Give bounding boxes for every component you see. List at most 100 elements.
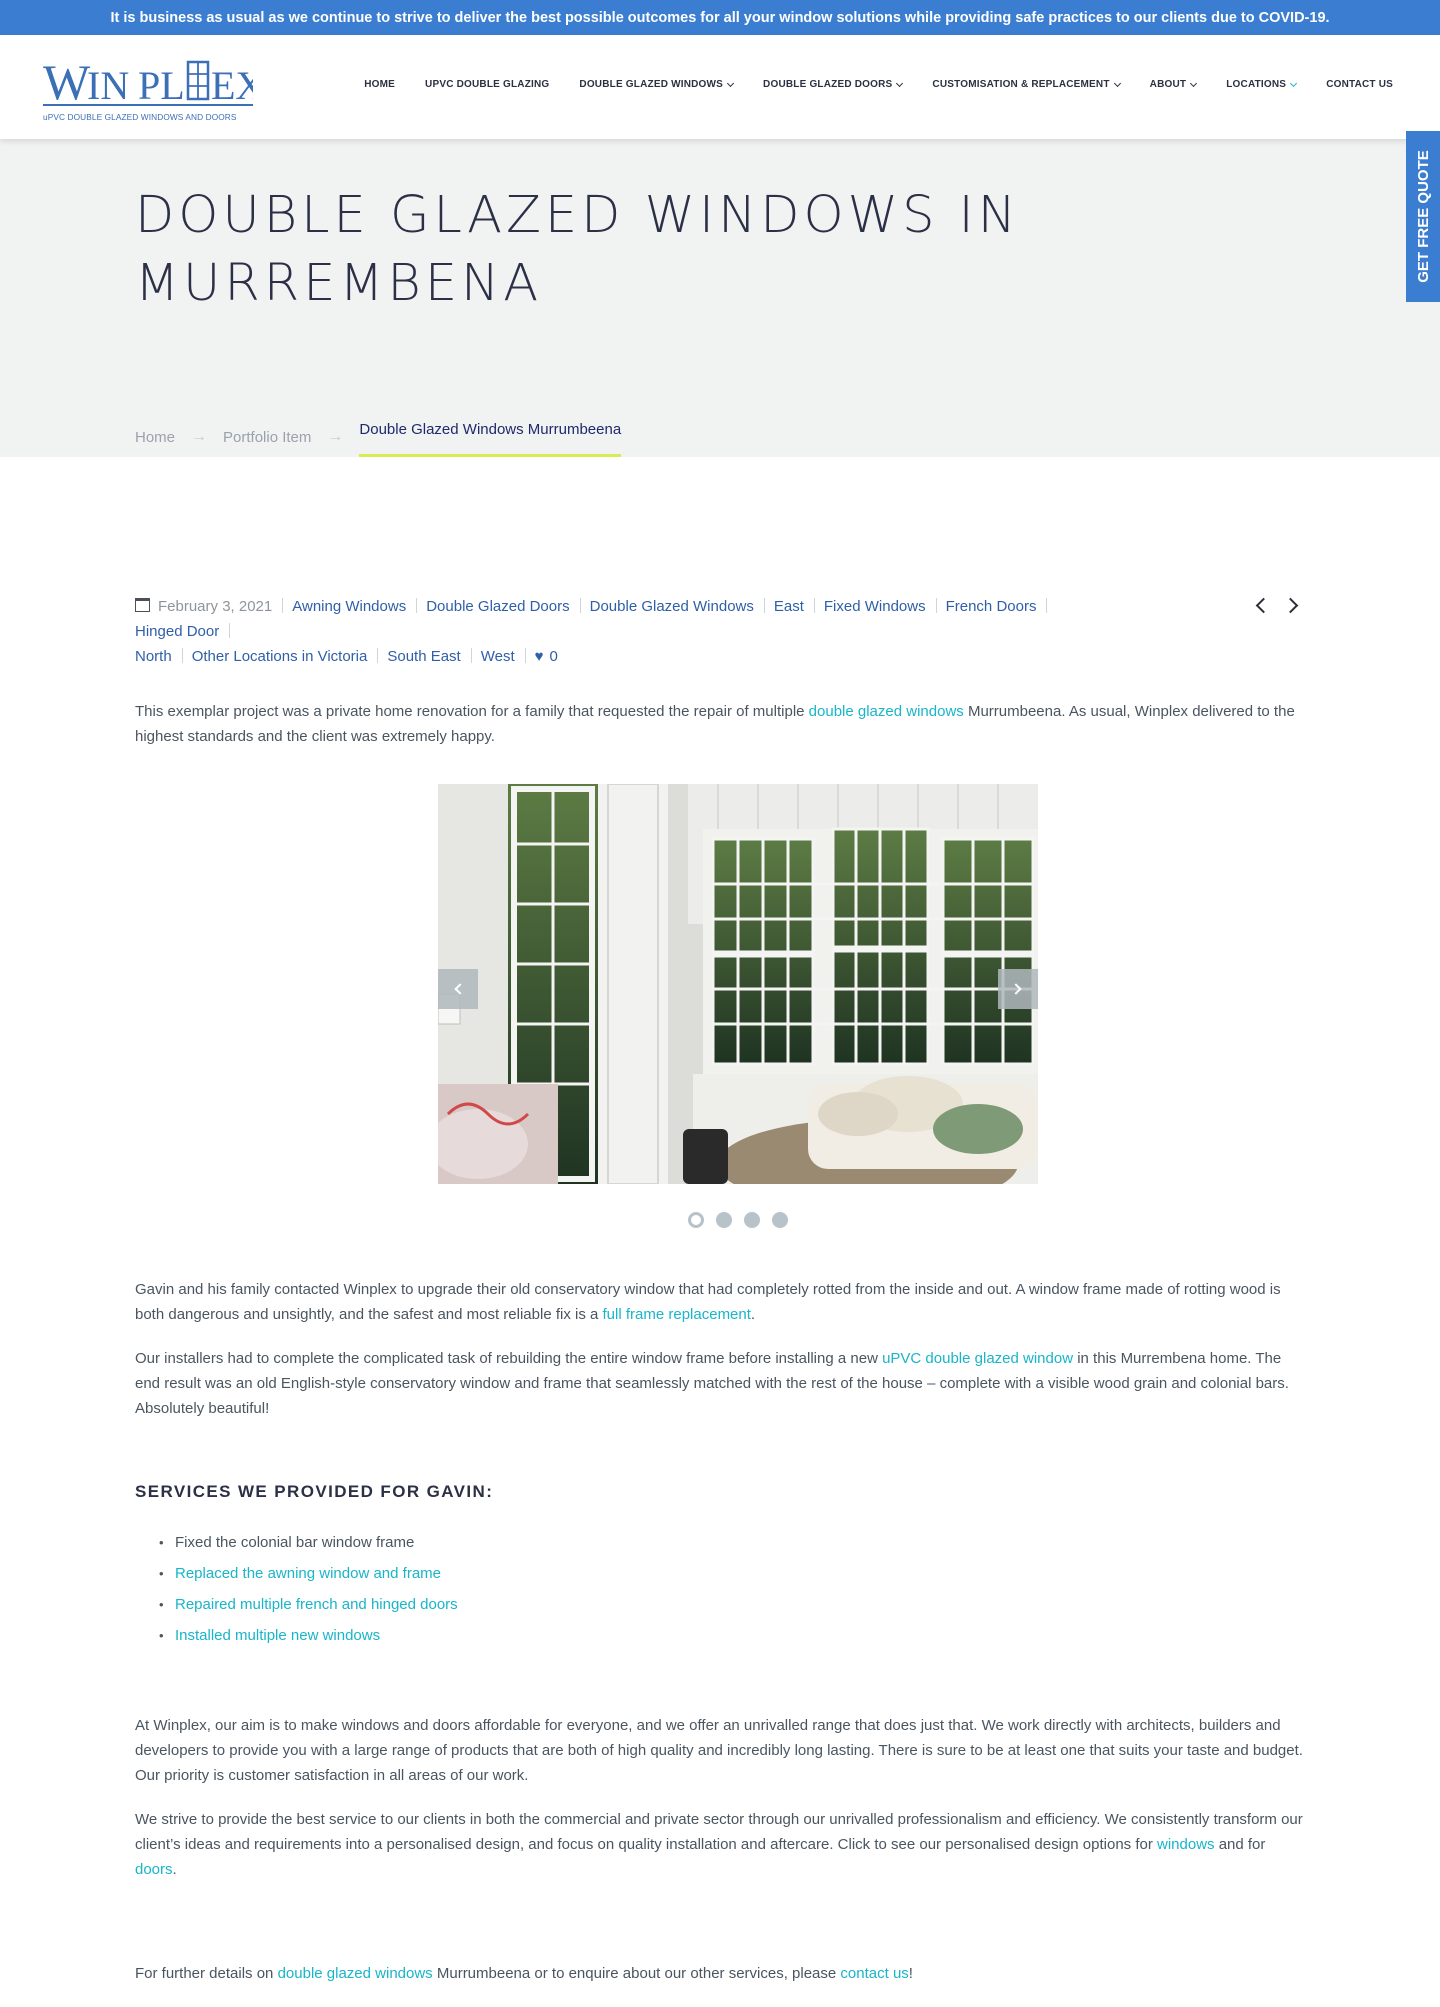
- intro-text: This exemplar project was a private home…: [135, 703, 809, 720]
- category-link[interactable]: Other Locations in Victoria: [192, 644, 368, 669]
- get-free-quote-tab[interactable]: GET FREE QUOTE: [1406, 131, 1440, 302]
- logo-tagline: uPVC DOUBLE GLAZED WINDOWS AND DOORS: [43, 112, 237, 122]
- para2-text: Our installers had to complete the compl…: [135, 1350, 883, 1367]
- calendar-icon: [135, 598, 150, 612]
- contact-paragraph: For further details on double glazed win…: [135, 1961, 1305, 1986]
- para4-text-end: .: [172, 1861, 177, 1878]
- slider-next-button[interactable]: [998, 969, 1038, 1009]
- service-item-link[interactable]: Repaired multiple french and hinged door…: [159, 1589, 458, 1620]
- nav-about-label: ABOUT: [1149, 79, 1187, 90]
- category-link[interactable]: Awning Windows: [292, 594, 406, 619]
- category-link[interactable]: Fixed Windows: [824, 594, 926, 619]
- para5-text-middle: Murrumbeena or to enquire about our othe…: [432, 1965, 841, 1982]
- covid-notice-text: It is business as usual as we continue t…: [110, 9, 1330, 26]
- project-image-slider[interactable]: [438, 784, 1038, 1184]
- meta-divider: [229, 623, 231, 638]
- category-link[interactable]: French Doors: [946, 594, 1037, 619]
- nav-doors-label: DOUBLE GLAZED DOORS: [763, 79, 893, 90]
- like-count: 0: [549, 648, 558, 665]
- post-meta: February 3, 2021 Awning Windows Double Gla…: [135, 594, 1135, 669]
- chevron-left-icon: [454, 983, 466, 995]
- heart-icon: ♥: [534, 648, 544, 665]
- para1-text-end: .: [750, 1306, 756, 1323]
- slider-dot-3[interactable]: [744, 1212, 760, 1228]
- breadcrumb-portfolio[interactable]: Portfolio Item: [223, 429, 311, 446]
- nav-double-glazed-windows[interactable]: DOUBLE GLAZED WINDOWS: [564, 79, 748, 90]
- svg-text:W: W: [43, 55, 91, 110]
- page-title: DOUBLE GLAZED WINDOWS IN MURREMBENA: [135, 186, 1020, 313]
- category-link[interactable]: West: [481, 644, 515, 669]
- contact-us-link[interactable]: contact us: [840, 1965, 908, 1982]
- upvc-double-glazed-window-link[interactable]: uPVC double glazed window: [882, 1350, 1073, 1367]
- get-free-quote-label: GET FREE QUOTE: [1414, 150, 1432, 283]
- nav-contact-us[interactable]: CONTACT US: [1311, 79, 1408, 90]
- service-paragraph: We strive to provide the best service to…: [135, 1807, 1305, 1882]
- nav-home[interactable]: HOME: [349, 79, 410, 90]
- nav-contact-label: CONTACT US: [1326, 79, 1393, 90]
- meta-divider: [1046, 598, 1048, 613]
- services-heading: SERVICES WE PROVIDED FOR GAVIN:: [135, 1482, 494, 1501]
- para4-text: We strive to provide the best service to…: [135, 1811, 1303, 1853]
- chevron-down-icon: [1190, 79, 1198, 87]
- double-glazed-windows-link[interactable]: double glazed windows: [809, 703, 964, 720]
- chevron-down-icon: [896, 79, 904, 87]
- conservatory-photo: [438, 784, 1038, 1184]
- covid-notice-banner: It is business as usual as we continue t…: [0, 0, 1440, 35]
- nav-about[interactable]: ABOUT: [1135, 79, 1212, 90]
- like-button[interactable]: ♥ 0: [535, 644, 558, 669]
- chevron-right-icon: [1010, 983, 1022, 995]
- category-link[interactable]: East: [774, 594, 804, 619]
- arrow-right-icon: →: [327, 428, 344, 445]
- nav-upvc-double-glazing[interactable]: UPVC DOUBLE GLAZING: [410, 79, 564, 90]
- breadcrumb: Home → Portfolio Item → Double Glazed Wi…: [135, 417, 621, 457]
- nav-locations[interactable]: LOCATIONS: [1211, 79, 1311, 90]
- chevron-left-icon[interactable]: [1255, 597, 1272, 614]
- category-link[interactable]: Double Glazed Doors: [426, 594, 569, 619]
- slider-pagination: [688, 1212, 788, 1228]
- meta-divider: [181, 648, 183, 663]
- nav-double-glazed-doors[interactable]: DOUBLE GLAZED DOORS: [748, 79, 917, 90]
- post-date: February 3, 2021: [135, 594, 272, 619]
- para5-text: For further details on: [135, 1965, 278, 1982]
- post-date-text: February 3, 2021: [158, 598, 273, 615]
- nav-customisation-replacement[interactable]: CUSTOMISATION & REPLACEMENT: [917, 79, 1134, 90]
- category-link[interactable]: South East: [387, 644, 460, 669]
- slider-dot-1[interactable]: [688, 1212, 704, 1228]
- intro-paragraph: This exemplar project was a private home…: [135, 699, 1305, 749]
- category-link[interactable]: North: [135, 644, 172, 669]
- project-paragraph-2: Our installers had to complete the compl…: [135, 1346, 1305, 1421]
- para4-text-middle: and for: [1214, 1836, 1266, 1853]
- winplex-logo[interactable]: W IN PL EX uPVC DOUBLE GLAZED WINDOWS AN…: [43, 55, 253, 125]
- chevron-down-icon: [1290, 79, 1298, 87]
- full-frame-replacement-link[interactable]: full frame replacement: [603, 1306, 751, 1323]
- nav-customisation-label: CUSTOMISATION & REPLACEMENT: [932, 79, 1110, 90]
- slider-dot-2[interactable]: [716, 1212, 732, 1228]
- meta-divider: [470, 648, 472, 663]
- meta-divider: [763, 598, 765, 613]
- slider-prev-button[interactable]: [438, 969, 478, 1009]
- chevron-right-icon[interactable]: [1282, 597, 1299, 614]
- post-navigation: [1255, 594, 1299, 614]
- service-item: Fixed the colonial bar window frame: [159, 1527, 458, 1558]
- meta-divider: [813, 598, 815, 613]
- category-link[interactable]: Double Glazed Windows: [590, 594, 754, 619]
- category-link[interactable]: Hinged Door: [135, 619, 219, 644]
- arrow-right-icon: →: [191, 428, 208, 445]
- svg-text:IN: IN: [87, 63, 129, 108]
- page-hero: DOUBLE GLAZED WINDOWS IN MURREMBENA Home…: [0, 139, 1440, 457]
- breadcrumb-current: Double Glazed Windows Murrumbeena: [359, 417, 621, 457]
- windows-link[interactable]: windows: [1157, 1836, 1215, 1853]
- service-item-link[interactable]: Installed multiple new windows: [159, 1620, 458, 1651]
- double-glazed-windows-link[interactable]: double glazed windows: [278, 1965, 433, 1982]
- meta-divider: [935, 598, 937, 613]
- svg-text:PL: PL: [138, 63, 185, 108]
- doors-link[interactable]: doors: [135, 1861, 173, 1878]
- services-list: Fixed the colonial bar window frame Repl…: [159, 1527, 458, 1651]
- service-item-link[interactable]: Replaced the awning window and frame: [159, 1558, 458, 1589]
- breadcrumb-home[interactable]: Home: [135, 429, 175, 446]
- meta-divider: [282, 598, 284, 613]
- meta-divider: [377, 648, 379, 663]
- slider-dot-4[interactable]: [772, 1212, 788, 1228]
- meta-divider: [416, 598, 418, 613]
- nav-upvc-label: UPVC DOUBLE GLAZING: [425, 79, 550, 90]
